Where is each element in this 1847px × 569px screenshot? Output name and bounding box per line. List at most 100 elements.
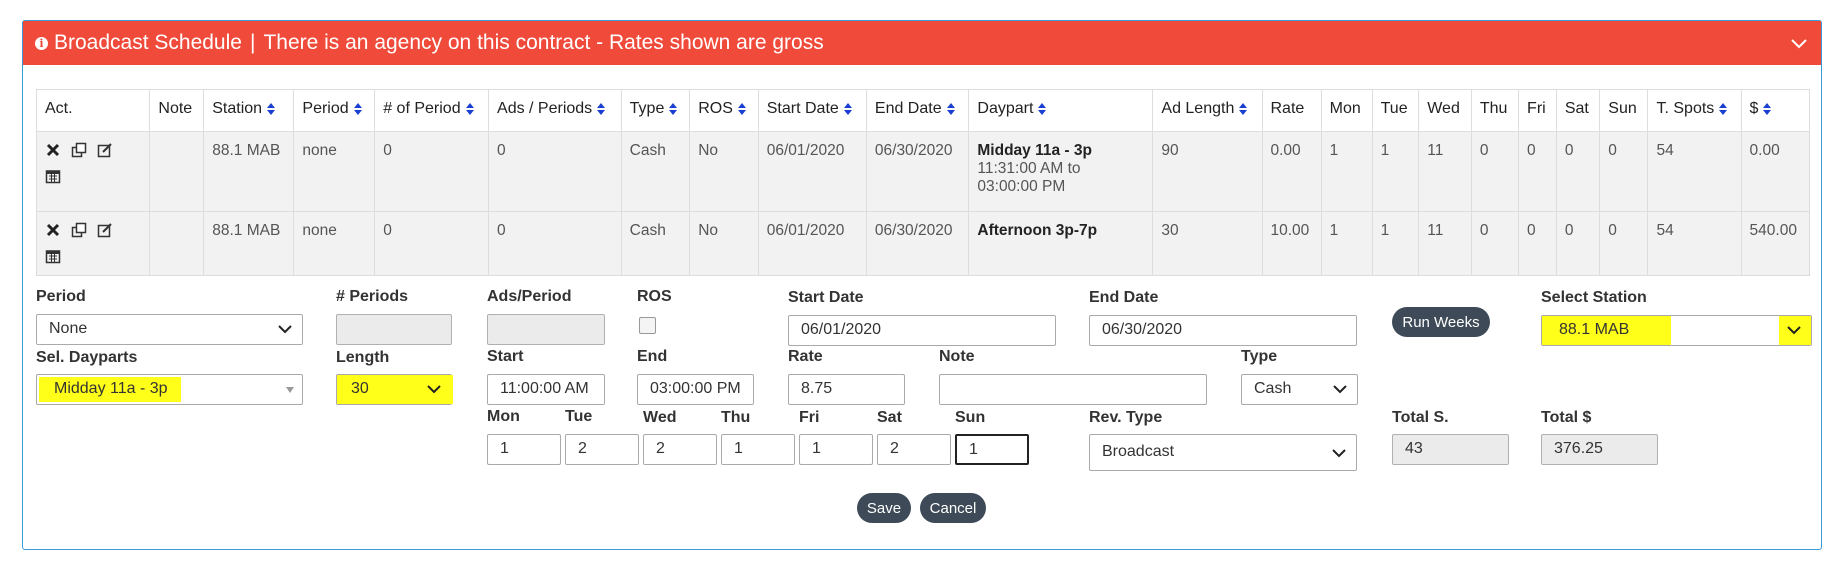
start-date-cell: 06/01/2020 [757,131,867,212]
broadcast-schedule-panel: i Broadcast Schedule | There is an agenc… [22,20,1822,550]
tue-input[interactable]: 2 [565,434,639,465]
mon-input[interactable]: 1 [487,434,561,465]
t-spots-cell: 54 [1647,211,1742,276]
num-periods-label: # Periods [336,288,409,305]
sel-dayparts-select[interactable]: Midday 11a - 3p [36,374,303,405]
thu-cell: 0 [1470,211,1520,276]
t-spots-cell: 54 [1647,131,1742,212]
col-start-date[interactable]: Start Date [757,89,867,132]
col-ads-periods[interactable]: Ads / Periods [488,89,622,132]
end-date-label: End Date [1089,289,1159,306]
ads-period-input[interactable] [487,314,605,345]
col-daypart[interactable]: Daypart [968,89,1154,132]
fri-label: Fri [799,409,820,426]
sort-icon[interactable] [353,102,362,115]
sort-icon[interactable] [1239,102,1248,115]
calendar-icon[interactable] [45,168,61,184]
num-periods-input[interactable] [336,314,452,345]
col-rate: Rate [1261,89,1322,132]
sort-icon[interactable] [737,102,746,115]
chevron-down-icon [278,325,292,334]
start-date-input[interactable]: 06/01/2020 [788,315,1056,346]
sort-icon[interactable] [1763,102,1772,115]
select-station-select[interactable]: 88.1 MAB [1541,315,1812,346]
col-num-period[interactable]: # of Period [374,89,490,132]
rate-label: Rate [788,348,823,365]
ads-period-label: Ads/Period [487,288,572,305]
panel-header: i Broadcast Schedule | There is an agenc… [23,21,1821,65]
thu-input[interactable]: 1 [721,434,795,465]
chevron-down-icon [427,385,441,394]
rate-cell: 0.00 [1261,131,1322,212]
sort-icon[interactable] [946,102,955,115]
period-label: Period [36,288,86,305]
ros-checkbox[interactable] [639,317,656,334]
edit-icon[interactable] [97,222,113,238]
fri-input[interactable]: 1 [799,434,873,465]
copy-icon[interactable] [71,142,87,158]
sort-icon[interactable] [1038,102,1047,115]
note-label: Note [939,348,975,365]
sort-icon[interactable] [267,102,276,115]
col-end-date[interactable]: End Date [865,89,970,132]
chevron-down-icon [1333,385,1347,394]
col-ad-length[interactable]: Ad Length [1152,89,1263,132]
delete-icon[interactable] [45,222,61,238]
daypart-name: Midday 11a - 3p [977,142,1092,159]
length-value: 30 [351,380,369,397]
length-select[interactable]: 30 [336,374,453,405]
col-type[interactable]: Type [620,89,691,132]
chevron-down-icon [1787,326,1801,335]
note-cell [149,211,205,276]
sun-input[interactable]: 1 [955,434,1029,465]
start-time-input[interactable]: 11:00:00 AM [487,374,605,405]
sort-icon[interactable] [669,102,678,115]
sort-icon[interactable] [597,102,606,115]
ads-periods-cell: 0 [488,211,622,276]
sel-dayparts-label: Sel. Dayparts [36,349,138,366]
period-select[interactable]: None [36,314,303,345]
sort-icon[interactable] [1719,102,1728,115]
wed-cell: 11 [1418,131,1472,212]
type-cell: Cash [620,131,691,212]
end-date-cell: 06/30/2020 [865,131,970,212]
num-period-cell: 0 [374,211,490,276]
col-dollars[interactable]: $ [1740,89,1811,132]
sel-dayparts-value: Midday 11a - 3p [54,380,168,397]
period-cell: none [293,131,376,212]
delete-icon[interactable] [45,142,61,158]
panel-title: Broadcast Schedule [54,31,242,54]
end-label: End [637,348,668,365]
fri-cell: 0 [1518,131,1557,212]
note-input[interactable] [939,374,1207,405]
caret-down-icon [286,387,294,393]
copy-icon[interactable] [71,222,87,238]
run-weeks-button[interactable]: Run Weeks [1392,307,1490,337]
collapse-chevron-icon[interactable] [1789,33,1809,53]
ros-cell: No [689,131,759,212]
col-station[interactable]: Station [203,89,295,132]
sort-icon[interactable] [465,102,474,115]
sun-cell: 0 [1599,211,1649,276]
col-period[interactable]: Period [293,89,376,132]
cancel-button[interactable]: Cancel [920,493,986,523]
edit-icon[interactable] [97,142,113,158]
start-label: Start [487,348,524,365]
col-ros[interactable]: ROS [689,89,759,132]
end-time-input[interactable]: 03:00:00 PM [637,374,754,405]
save-button[interactable]: Save [857,493,911,523]
dollars-cell: 540.00 [1740,211,1811,276]
rev-type-label: Rev. Type [1089,409,1163,426]
col-t-spots[interactable]: T. Spots [1647,89,1742,132]
sort-icon[interactable] [843,102,852,115]
rate-input[interactable]: 8.75 [788,374,905,405]
ros-cell: No [689,211,759,276]
rev-type-select[interactable]: Broadcast [1089,434,1357,471]
wed-input[interactable]: 2 [643,434,717,465]
calendar-icon[interactable] [45,248,61,264]
end-date-input[interactable]: 06/30/2020 [1089,315,1357,346]
type-cell: Cash [620,211,691,276]
sat-input[interactable]: 2 [877,434,951,465]
table-header-row: Act. Note Station Period # of Period Ads… [35,89,1811,132]
type-select[interactable]: Cash [1241,374,1358,405]
